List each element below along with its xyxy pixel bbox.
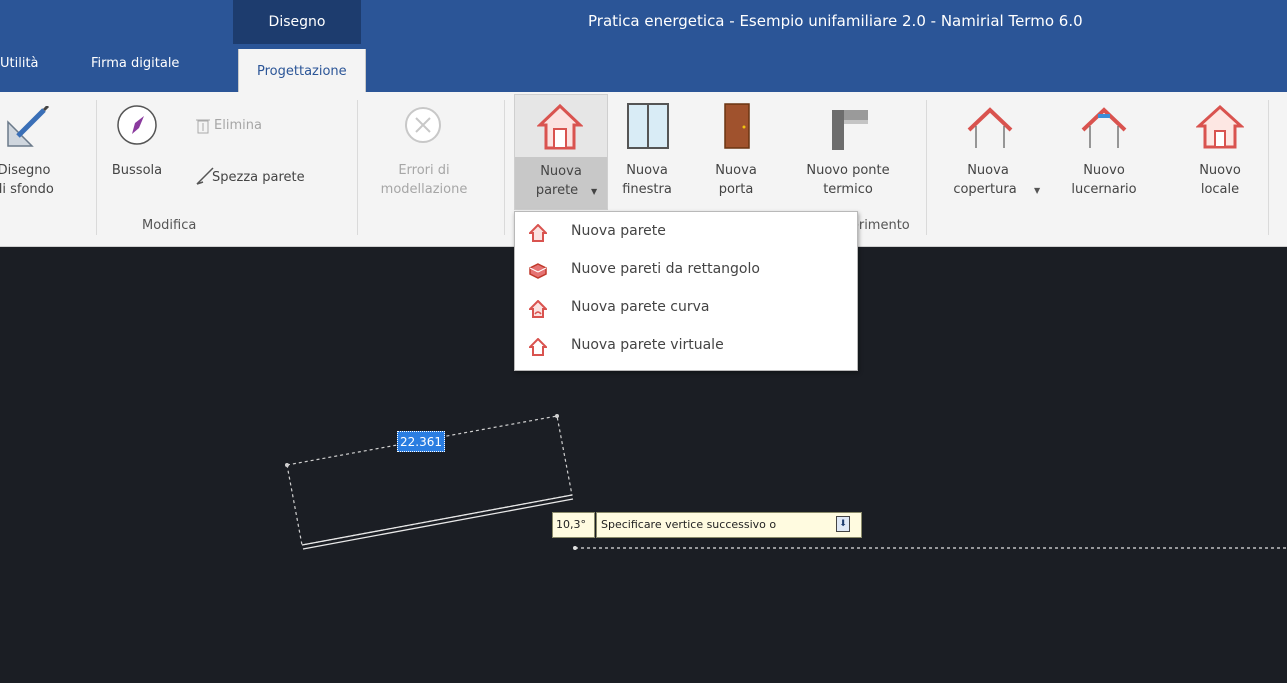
length-input[interactable]: 22.361 (397, 431, 445, 452)
menu-item-pareti-rettangolo[interactable]: Nuove pareti da rettangolo (515, 252, 857, 290)
curved-wall-icon (529, 300, 547, 318)
wall-segment (301, 494, 573, 546)
vertex-marker (285, 463, 289, 467)
prompt-options-button[interactable]: ⬇ (836, 516, 850, 532)
command-prompt[interactable]: Specificare vertice successivo o (596, 512, 862, 538)
arrow-down-icon: ⬇ (839, 519, 847, 529)
menu-item-label: Nuova parete (571, 223, 666, 239)
vertex-marker (573, 546, 577, 550)
virtual-wall-icon (529, 338, 547, 356)
command-prompt-text: Specificare vertice successivo o (601, 518, 777, 531)
menu-item-label: Nuova parete virtuale (571, 337, 724, 353)
menu-item-parete-virtuale[interactable]: Nuova parete virtuale (515, 328, 857, 366)
wall-segment-inner (302, 498, 574, 550)
nuova-parete-menu: Nuova parete Nuove pareti da rettangolo … (514, 211, 858, 371)
menu-item-label: Nuova parete curva (571, 299, 710, 315)
menu-item-label: Nuove pareti da rettangolo (571, 261, 760, 277)
menu-item-parete-curva[interactable]: Nuova parete curva (515, 290, 857, 328)
menu-item-nuova-parete[interactable]: Nuova parete (515, 214, 857, 252)
vertex-marker (555, 414, 559, 418)
angle-readout[interactable]: 10,3° (552, 512, 595, 538)
wall-icon (529, 224, 547, 242)
rectangle-walls-icon (529, 263, 547, 279)
